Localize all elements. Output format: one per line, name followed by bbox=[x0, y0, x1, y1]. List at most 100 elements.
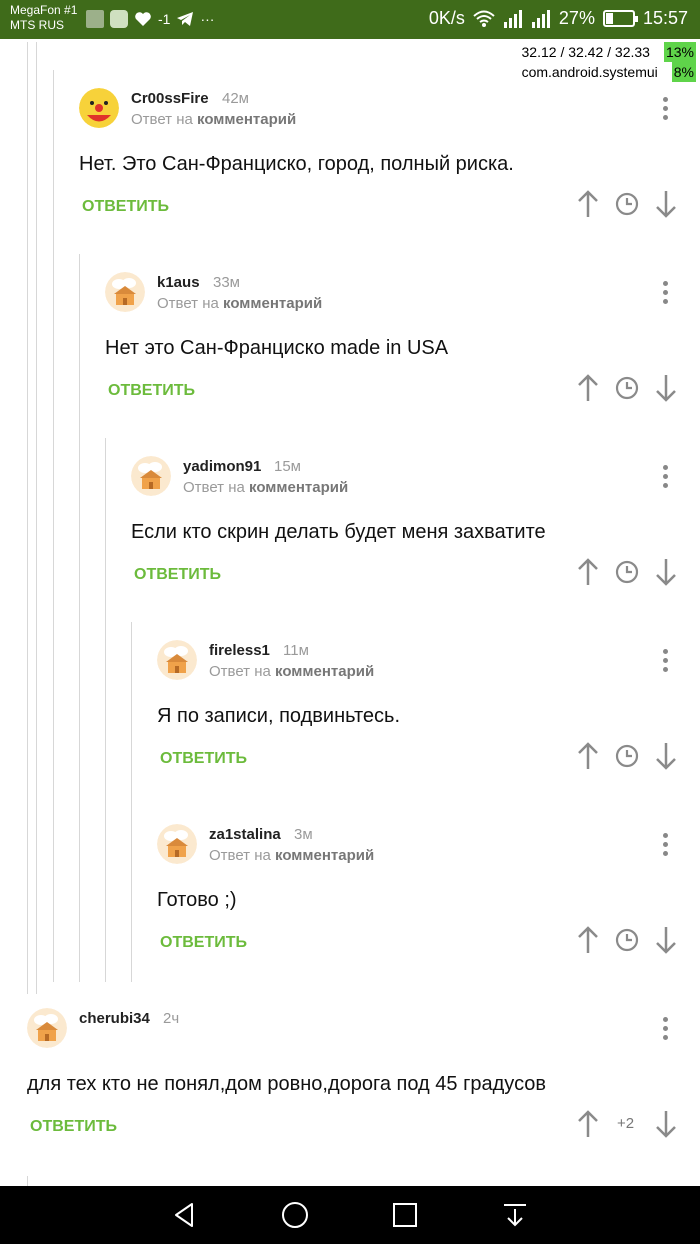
upvote-icon[interactable] bbox=[576, 741, 600, 771]
downvote-icon[interactable] bbox=[654, 557, 678, 587]
avatar[interactable] bbox=[105, 272, 145, 312]
clock-icon[interactable] bbox=[615, 744, 639, 768]
reply-to-prefix: Ответ на bbox=[209, 847, 271, 864]
wifi-icon bbox=[473, 10, 495, 27]
more-options-icon[interactable] bbox=[660, 465, 670, 491]
downvote-icon[interactable] bbox=[654, 189, 678, 219]
reply-to-target[interactable]: комментарий bbox=[249, 479, 348, 496]
back-icon[interactable] bbox=[170, 1200, 200, 1230]
clock-icon[interactable] bbox=[615, 928, 639, 952]
thread-line bbox=[27, 1176, 28, 1186]
comment-time: 42м bbox=[222, 90, 249, 107]
reply-to-prefix: Ответ на bbox=[209, 663, 271, 680]
comment-author[interactable]: za1stalina bbox=[209, 826, 281, 843]
downvote-icon[interactable] bbox=[654, 925, 678, 955]
upvote-icon[interactable] bbox=[576, 1109, 600, 1139]
reply-button[interactable]: ОТВЕТИТЬ bbox=[134, 566, 221, 584]
reply-button[interactable]: ОТВЕТИТЬ bbox=[30, 1118, 117, 1136]
notification-icons: -1 ··· bbox=[86, 10, 214, 28]
reply-button[interactable]: ОТВЕТИТЬ bbox=[160, 750, 247, 768]
recents-icon[interactable] bbox=[390, 1200, 420, 1230]
reply-to-target[interactable]: комментарий bbox=[275, 663, 374, 680]
network-speed: 0K/s bbox=[428, 8, 465, 28]
avatar[interactable] bbox=[157, 824, 197, 864]
reply-to-target[interactable]: комментарий bbox=[275, 847, 374, 864]
upvote-icon[interactable] bbox=[576, 189, 600, 219]
upvote-icon[interactable] bbox=[576, 925, 600, 955]
more-options-icon[interactable] bbox=[660, 833, 670, 859]
upvote-icon[interactable] bbox=[576, 557, 600, 587]
reply-to-info: Ответ на комментарий bbox=[131, 111, 296, 128]
cpu-load-pct: 13% bbox=[663, 42, 696, 62]
comment-text: Я по записи, подвиньтесь. bbox=[157, 705, 401, 727]
avatar[interactable] bbox=[131, 456, 171, 496]
comment-text: Нет это Сан-Франциско made in USA bbox=[105, 337, 449, 359]
reply-to-info: Ответ на комментарий bbox=[209, 663, 374, 680]
process-pct: 8% bbox=[671, 62, 696, 82]
more-options-icon[interactable] bbox=[660, 1017, 670, 1043]
cpu-overlay: 32.12 / 32.42 / 32.33 13% com.android.sy… bbox=[522, 42, 696, 82]
reply-button[interactable]: ОТВЕТИТЬ bbox=[108, 382, 195, 400]
carrier-2: MTS RUS bbox=[10, 18, 64, 32]
photo-notification-icon bbox=[86, 10, 104, 28]
comment-time: 15м bbox=[274, 458, 301, 475]
comment-time: 2ч bbox=[163, 1010, 180, 1027]
avatar[interactable] bbox=[27, 1008, 67, 1048]
clock-icon[interactable] bbox=[615, 560, 639, 584]
reply-button[interactable]: ОТВЕТИТЬ bbox=[82, 198, 169, 216]
thread-line bbox=[131, 622, 132, 982]
reply-to-prefix: Ответ на bbox=[131, 111, 193, 128]
telegram-icon bbox=[177, 12, 194, 26]
avatar[interactable] bbox=[157, 640, 197, 680]
reply-to-info: Ответ на комментарий bbox=[183, 479, 348, 496]
carrier-info: MegaFon #1 MTS RUS bbox=[10, 3, 77, 33]
status-right: 0K/s 27% 15:57 bbox=[429, 8, 688, 29]
more-options-icon[interactable] bbox=[660, 649, 670, 675]
upvote-icon[interactable] bbox=[576, 373, 600, 403]
comment-author[interactable]: cherubi34 bbox=[79, 1010, 150, 1027]
home-icon[interactable] bbox=[280, 1200, 310, 1230]
thread-line bbox=[36, 42, 37, 994]
carrier-1: MegaFon #1 bbox=[10, 3, 78, 17]
reply-to-info: Ответ на комментарий bbox=[157, 295, 322, 312]
comment-text: Готово ;) bbox=[157, 889, 237, 911]
health-icon bbox=[135, 12, 151, 26]
comment-time: 11м bbox=[283, 642, 309, 659]
thread-line bbox=[27, 42, 28, 994]
comment-time: 33м bbox=[213, 274, 240, 291]
downvote-icon[interactable] bbox=[654, 373, 678, 403]
signal-icon-1 bbox=[503, 9, 522, 28]
comment-text: Нет. Это Сан-Франциско, город, полный ри… bbox=[79, 153, 514, 175]
clock-time: 15:57 bbox=[642, 8, 688, 28]
more-options-icon[interactable] bbox=[660, 97, 670, 123]
thread-line bbox=[53, 70, 54, 982]
clock-icon[interactable] bbox=[615, 192, 639, 216]
downvote-icon[interactable] bbox=[654, 741, 678, 771]
comment-author[interactable]: Cr00ssFire bbox=[131, 90, 209, 107]
navigation-bar bbox=[0, 1186, 700, 1244]
avatar[interactable] bbox=[79, 88, 119, 128]
signal-icon-2 bbox=[531, 9, 550, 28]
comment-author[interactable]: fireless1 bbox=[209, 642, 270, 659]
reply-to-target[interactable]: комментарий bbox=[197, 111, 296, 128]
battery-icon bbox=[602, 10, 638, 27]
comment-time: 3м bbox=[294, 826, 313, 843]
process-name: com.android.systemui bbox=[521, 64, 658, 80]
clock-icon[interactable] bbox=[615, 376, 639, 400]
comment-score: +2 bbox=[617, 1115, 635, 1132]
more-options-icon[interactable] bbox=[660, 281, 670, 307]
more-notifications-icon: ··· bbox=[200, 11, 215, 27]
status-bar: MegaFon #1 MTS RUS -1 ··· 0K/s 27% 15:57 bbox=[0, 0, 700, 39]
battery-percent: 27% bbox=[558, 8, 595, 28]
comment-author[interactable]: k1aus bbox=[157, 274, 200, 291]
reply-button[interactable]: ОТВЕТИТЬ bbox=[160, 934, 247, 952]
notifications-pull-icon[interactable] bbox=[500, 1200, 530, 1230]
cpu-load: 32.12 / 32.42 / 32.33 bbox=[521, 44, 650, 60]
thread-line bbox=[105, 438, 106, 982]
downvote-icon[interactable] bbox=[654, 1109, 678, 1139]
thread-line bbox=[79, 254, 80, 982]
comment-text: для тех кто не понял,дом ровно,дорога по… bbox=[27, 1073, 547, 1095]
comment-author[interactable]: yadimon91 bbox=[183, 458, 261, 475]
app-notification-icon bbox=[110, 10, 128, 28]
reply-to-target[interactable]: комментарий bbox=[223, 295, 322, 312]
